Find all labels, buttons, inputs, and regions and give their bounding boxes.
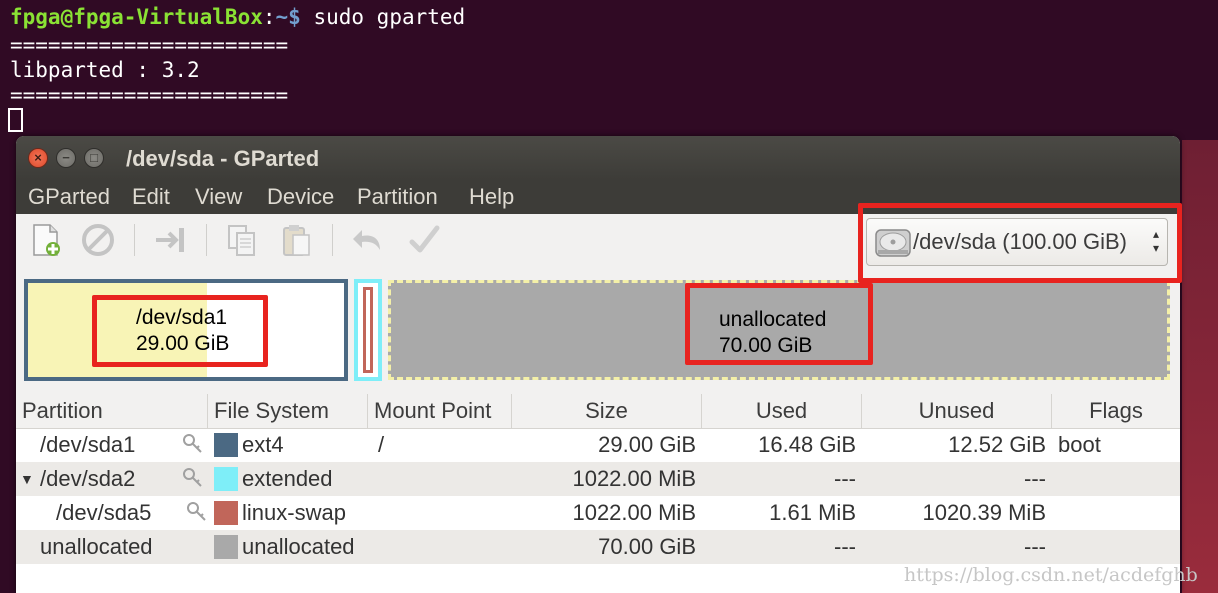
diskmap-partition-sda5[interactable] <box>363 287 373 373</box>
cell-filesystem: linux-swap <box>242 500 346 525</box>
watermark: https://blog.csdn.net/acdefghb <box>904 564 1198 586</box>
highlight-unallocated-label <box>685 283 873 365</box>
prompt-user: fpga@fpga-VirtualBox <box>10 5 263 29</box>
resize-move-icon[interactable] <box>152 222 188 258</box>
terminal-separator: ====================== <box>10 83 289 107</box>
new-partition-icon[interactable] <box>28 222 64 258</box>
menu-device[interactable]: Device <box>267 184 334 210</box>
highlight-device-selector <box>858 203 1182 283</box>
filesystem-color-swatch <box>214 501 238 525</box>
toolbar-separator <box>134 224 135 256</box>
cell-mount-point <box>372 496 384 530</box>
filesystem-color-swatch <box>214 433 238 457</box>
cell-flags <box>1052 496 1064 530</box>
cell-partition: /dev/sda1 <box>40 432 136 457</box>
cell-mount-point <box>372 530 384 564</box>
col-used[interactable]: Used <box>702 394 862 428</box>
prompt-path: ~$ <box>275 5 301 29</box>
table-row[interactable]: /dev/sda5 linux-swap 1022.00 MiB 1.61 Mi… <box>16 496 1180 530</box>
menu-edit[interactable]: Edit <box>132 184 170 210</box>
desktop-background <box>1182 140 1218 593</box>
toolbar-separator <box>206 224 207 256</box>
cell-size: 1022.00 MiB <box>572 466 696 491</box>
undo-icon[interactable] <box>350 222 386 258</box>
filesystem-color-swatch <box>214 467 238 491</box>
cell-partition: /dev/sda5 <box>56 500 152 525</box>
table-header: Partition File System Mount Point Size U… <box>16 394 1180 429</box>
apply-icon[interactable] <box>406 222 442 258</box>
terminal-command: sudo gparted <box>300 5 466 29</box>
menu-view[interactable]: View <box>195 184 242 210</box>
cell-used: --- <box>834 534 856 559</box>
terminal-separator: ====================== <box>10 33 289 57</box>
diskmap-partition-sda2[interactable] <box>354 279 382 381</box>
key-icon <box>183 434 202 453</box>
cell-size: 29.00 GiB <box>598 432 696 457</box>
cell-partition: /dev/sda2 <box>40 466 136 491</box>
cell-used: 1.61 MiB <box>769 500 856 525</box>
cell-unused: --- <box>1024 466 1046 491</box>
table-row[interactable]: ▼ /dev/sda2 extended 1022.00 MiB --- --- <box>16 462 1180 496</box>
cell-filesystem: unallocated <box>242 534 355 559</box>
cell-filesystem: extended <box>242 466 333 491</box>
col-size[interactable]: Size <box>512 394 702 428</box>
window-title: /dev/sda - GParted <box>126 146 320 171</box>
col-partition[interactable]: Partition <box>16 394 208 428</box>
paste-icon[interactable] <box>278 222 314 258</box>
cell-filesystem: ext4 <box>242 432 284 457</box>
close-icon[interactable]: × <box>28 148 48 168</box>
menu-help[interactable]: Help <box>469 184 514 210</box>
col-unused[interactable]: Unused <box>862 394 1052 428</box>
cell-used: 16.48 GiB <box>758 432 856 457</box>
highlight-sda1-label <box>92 295 268 367</box>
col-file-system[interactable]: File System <box>208 394 368 428</box>
cell-unused: 1020.39 MiB <box>922 500 1046 525</box>
cell-size: 70.00 GiB <box>598 534 696 559</box>
menu-partition[interactable]: Partition <box>357 184 438 210</box>
expander-down-icon[interactable]: ▼ <box>20 462 34 496</box>
terminal-cursor <box>8 108 23 132</box>
menu-gparted[interactable]: GParted <box>28 184 110 210</box>
terminal-libparted-version: libparted : 3.2 <box>10 58 200 82</box>
filesystem-color-swatch <box>214 535 238 559</box>
col-mount-point[interactable]: Mount Point <box>368 394 512 428</box>
key-icon <box>183 468 202 487</box>
minimize-icon[interactable]: − <box>56 148 76 168</box>
terminal-prompt-line: fpga@fpga-VirtualBox:~$ sudo gparted <box>10 4 465 30</box>
toolbar-separator <box>332 224 333 256</box>
cell-used: --- <box>834 466 856 491</box>
key-icon <box>187 502 206 521</box>
cell-unused: 12.52 GiB <box>948 432 1046 457</box>
prompt-sep: : <box>262 5 276 29</box>
maximize-icon[interactable]: □ <box>84 148 104 168</box>
cell-flags: boot <box>1058 432 1101 457</box>
cell-size: 1022.00 MiB <box>572 500 696 525</box>
cell-unused: --- <box>1024 534 1046 559</box>
delete-icon[interactable] <box>80 222 116 258</box>
cell-flags <box>1052 462 1064 496</box>
copy-icon[interactable] <box>224 222 260 258</box>
cell-flags <box>1052 530 1064 564</box>
col-flags[interactable]: Flags <box>1052 394 1180 428</box>
cell-mount-point <box>372 462 384 496</box>
titlebar: × − □ /dev/sda - GParted <box>16 136 1180 180</box>
cell-partition: unallocated <box>40 534 153 559</box>
cell-mount-point: / <box>378 432 385 457</box>
table-row[interactable]: unallocated unallocated 70.00 GiB --- --… <box>16 530 1180 564</box>
table-row[interactable]: /dev/sda1 ext4 / 29.00 GiB 16.48 GiB 12.… <box>16 428 1180 462</box>
